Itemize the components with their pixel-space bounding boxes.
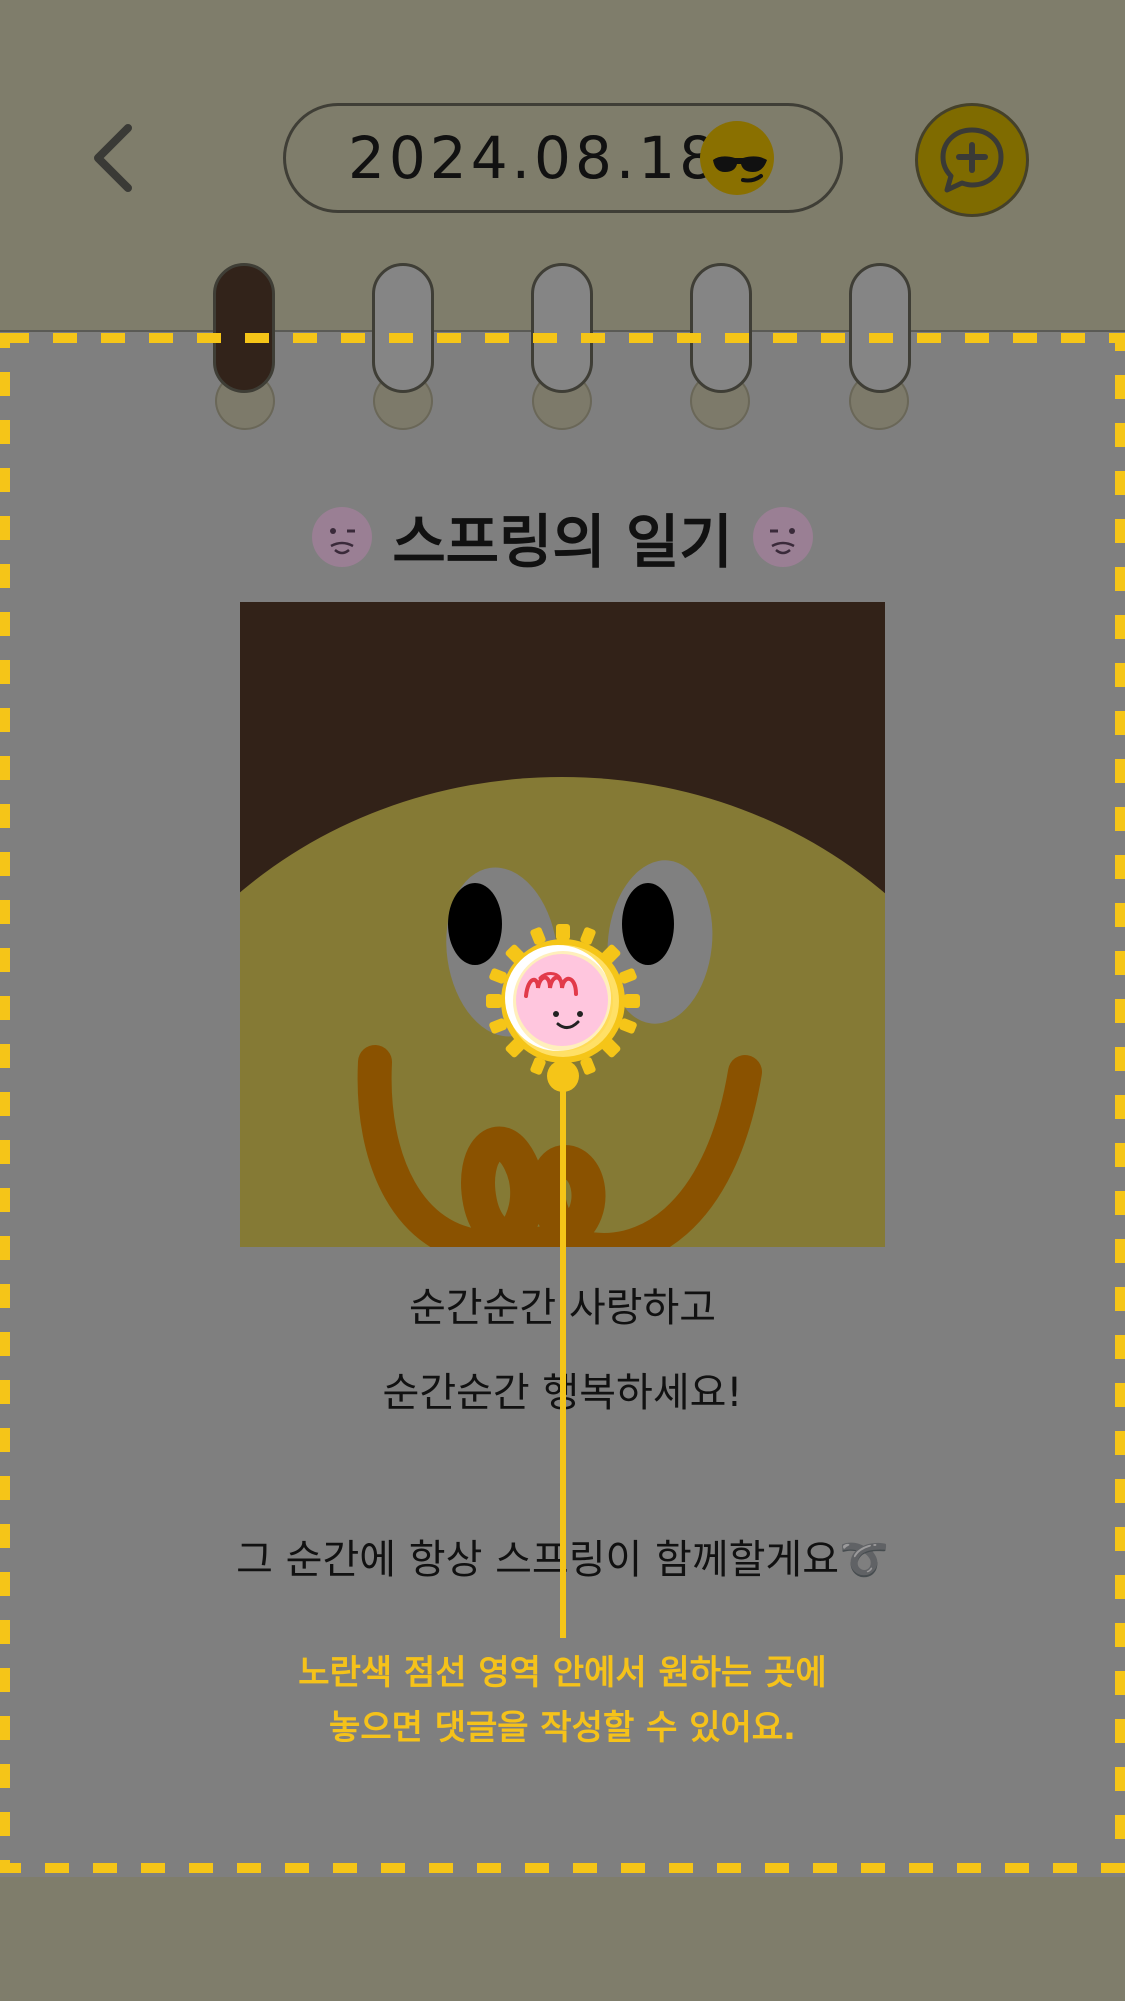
chat-plus-icon <box>940 127 1004 193</box>
date-selector[interactable]: 2024.08.18 <box>283 103 843 213</box>
binder-ring <box>531 263 593 393</box>
hint-line-1: 노란색 점선 영역 안에서 원하는 곳에 <box>298 1653 827 1693</box>
diary-title-row: 스프링의 일기 <box>0 495 1125 576</box>
diary-title: 스프링의 일기 <box>392 508 733 576</box>
add-comment-button[interactable] <box>915 103 1029 217</box>
hint-line-2: 놓으면 댓글을 작성할 수 있어요. <box>329 1708 796 1748</box>
binder-ring <box>690 263 752 393</box>
back-button[interactable] <box>80 118 150 198</box>
chevron-left-icon <box>94 124 132 192</box>
binder-ring-active <box>213 263 275 393</box>
spring-face-icon <box>312 507 373 567</box>
pink-face-icon <box>516 954 608 1046</box>
spring-face-icon <box>752 507 813 567</box>
binder-ring <box>849 263 911 393</box>
dashed-top-edge <box>5 333 1120 343</box>
draggable-comment-pin[interactable] <box>480 918 646 1638</box>
sunglasses-face-icon <box>700 121 774 195</box>
date-text: 2024.08.18 <box>348 124 721 192</box>
pin-line <box>560 1078 566 1638</box>
binder-ring <box>372 263 434 393</box>
